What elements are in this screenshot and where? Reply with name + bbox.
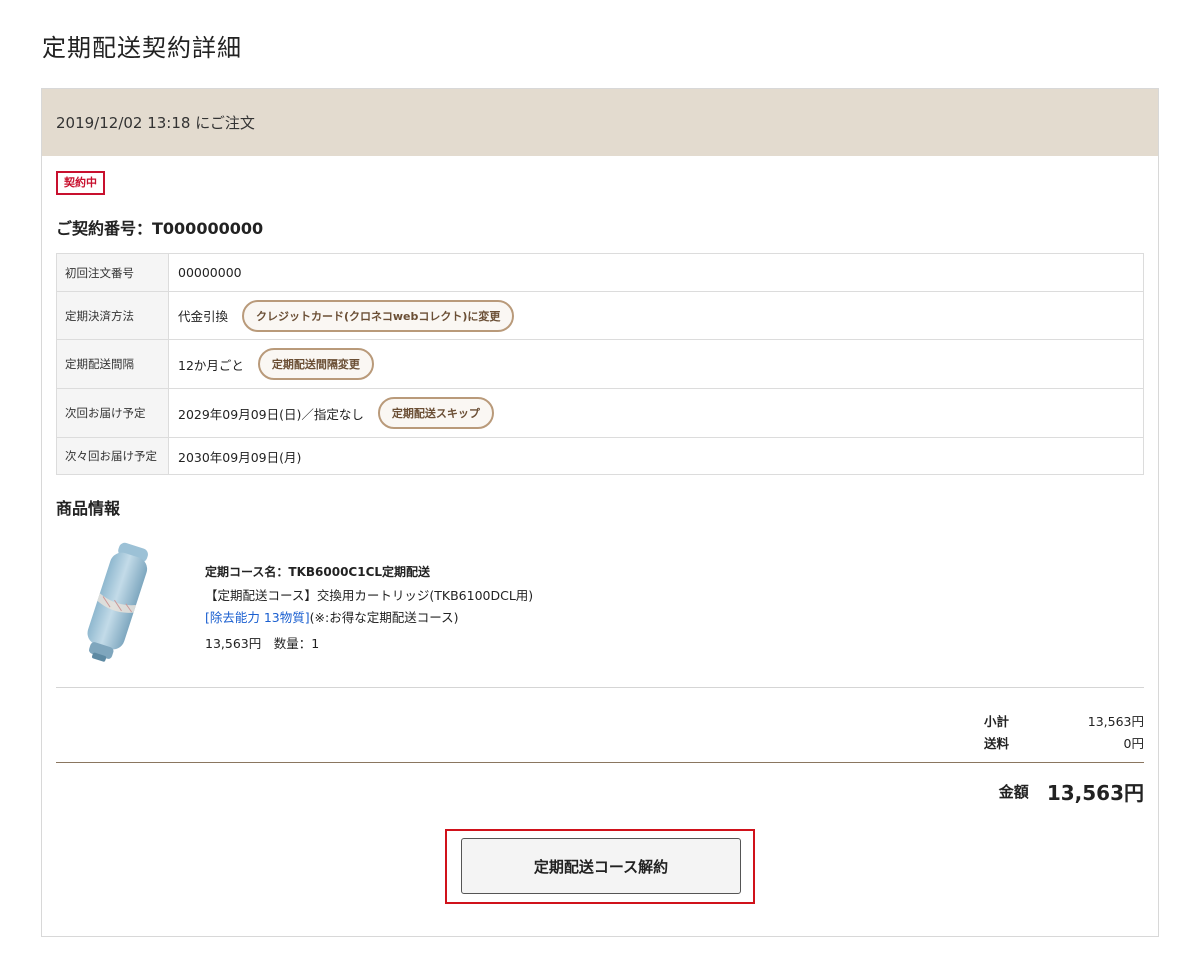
product-name: 【定期配送コース】交換用カートリッジ(TKB6100DCL用) <box>205 588 534 603</box>
skip-delivery-button[interactable]: 定期配送スキップ <box>377 397 494 429</box>
contract-number: ご契約番号：T000000000 <box>56 219 264 238</box>
price-summary: 小計 13,563円 送料 0円 <box>984 709 1144 753</box>
table-row: 初回注文番号 00000000 <box>56 253 1144 292</box>
product-note: (※:お得な定期配送コース) <box>309 610 459 625</box>
row-label: 定期決済方法 <box>56 291 169 340</box>
shipping-label: 送料 <box>984 735 1010 751</box>
price-quantity: 13,563円 数量：1 <box>205 636 320 651</box>
interval-value: 12か月ごと <box>178 357 244 373</box>
cancel-subscription-button[interactable]: 定期配送コース解約 <box>461 838 741 894</box>
row-value-cell: 代金引換 クレジットカード(クロネコwebコレクト)に変更 <box>168 291 1144 340</box>
row-label: 定期配送間隔 <box>56 339 169 389</box>
table-row: 定期配送間隔 12か月ごと 定期配送間隔変更 <box>56 339 1144 389</box>
next-delivery-value: 2029年09月09日(日)／指定なし <box>178 406 364 422</box>
row-label: 次々回お届け予定 <box>56 437 169 475</box>
shipping-row: 送料 0円 <box>984 731 1144 753</box>
table-row: 次々回お届け予定 2030年09月09日(月) <box>56 437 1144 475</box>
row-value-cell: 12か月ごと 定期配送間隔変更 <box>168 339 1144 389</box>
order-date-header: 2019/12/02 13:18 にご注文 <box>42 89 1158 156</box>
row-value: 2030年09月09日(月) <box>168 437 1144 475</box>
product-section-title: 商品情報 <box>56 499 121 518</box>
change-payment-button[interactable]: クレジットカード(クロネコwebコレクト)に変更 <box>242 299 515 332</box>
row-label: 初回注文番号 <box>56 253 169 292</box>
contract-details-table: 初回注文番号 00000000 定期決済方法 代金引換 クレジットカード(クロネ… <box>56 253 1144 475</box>
status-badge: 契約中 <box>56 171 105 195</box>
row-label: 次回お届け予定 <box>56 388 169 438</box>
divider <box>56 687 1144 688</box>
course-name: 定期コース名：TKB6000C1CL定期配送 <box>205 565 431 579</box>
row-value-cell: 2029年09月09日(日)／指定なし 定期配送スキップ <box>168 388 1144 438</box>
total-divider <box>56 762 1144 763</box>
total-label: 金額 <box>998 783 1029 801</box>
subtotal-label: 小計 <box>984 713 1010 729</box>
subtotal-value: 13,563円 <box>1087 713 1144 729</box>
cancel-highlight-frame: 定期配送コース解約 <box>445 829 755 904</box>
table-row: 定期決済方法 代金引換 クレジットカード(クロネコwebコレクト)に変更 <box>56 291 1144 340</box>
product-info: 定期コース名：TKB6000C1CL定期配送 【定期配送コース】交換用カートリッ… <box>205 561 533 655</box>
table-row: 次回お届け予定 2029年09月09日(日)／指定なし 定期配送スキップ <box>56 388 1144 438</box>
contract-panel: 2019/12/02 13:18 にご注文 契約中 ご契約番号：T0000000… <box>41 88 1159 937</box>
cartridge-image <box>87 542 148 662</box>
payment-method-value: 代金引換 <box>178 309 229 324</box>
subtotal-row: 小計 13,563円 <box>984 709 1144 731</box>
removal-capacity-link[interactable]: [除去能力 13物質] <box>205 610 310 625</box>
total-value: 13,563円 <box>1046 781 1144 805</box>
shipping-value: 0円 <box>1123 735 1144 751</box>
row-value: 00000000 <box>168 253 1144 292</box>
total-row: 金額 13,563円 <box>999 777 1144 806</box>
product-note-line: [除去能力 13物質](※:お得な定期配送コース) <box>205 607 533 629</box>
page-title: 定期配送契約詳細 <box>42 34 242 62</box>
change-interval-button[interactable]: 定期配送間隔変更 <box>257 348 374 380</box>
